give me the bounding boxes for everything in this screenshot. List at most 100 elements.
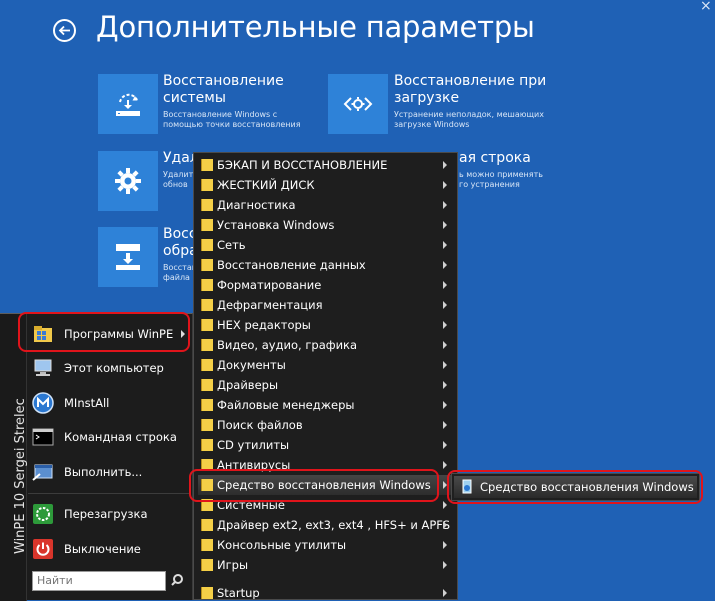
- submenu-item[interactable]: Игры: [198, 555, 453, 575]
- submenu-item-label: Установка Windows: [217, 218, 335, 232]
- restart-icon: [33, 504, 53, 524]
- chevron-right-icon: [443, 521, 447, 529]
- submenu-item[interactable]: Файловые менеджеры: [198, 395, 453, 415]
- tile-title[interactable]: системы: [163, 90, 226, 107]
- submenu-item[interactable]: Антивирусы: [198, 455, 453, 475]
- tile-description: Восстан: [163, 263, 197, 272]
- recovery-tool-icon: [462, 479, 472, 494]
- submenu-item[interactable]: Восстановление данных: [198, 255, 453, 275]
- submenu-item-label: Драйвер ext2, ext3, ext4 , HFS+ и APFS: [217, 518, 451, 532]
- chevron-right-icon: [443, 361, 447, 369]
- submenu-item[interactable]: Установка Windows: [198, 215, 453, 235]
- submenu-item-label: Драйверы: [217, 378, 279, 392]
- submenu-item[interactable]: Системные: [198, 495, 453, 515]
- submenu-item[interactable]: Сеть: [198, 235, 453, 255]
- menu-item-windows-recovery-tool[interactable]: Средство восстановления Windows: [454, 476, 697, 498]
- folder-icon: [201, 199, 213, 211]
- start-item-label: Этот компьютер: [64, 361, 164, 375]
- chevron-right-icon: [443, 561, 447, 569]
- tile-description: ь можно применять: [459, 170, 543, 179]
- arrow-left-icon: [58, 25, 70, 36]
- chevron-right-icon: [181, 330, 185, 338]
- submenu-item-label: Восстановление данных: [217, 258, 366, 272]
- folder-icon: [201, 419, 213, 431]
- gear-icon: [115, 168, 141, 194]
- submenu-item[interactable]: Видео, аудио, графика: [198, 335, 453, 355]
- search-icon[interactable]: [170, 573, 184, 587]
- folder-icon: [201, 239, 213, 251]
- tile-title[interactable]: ая строка: [459, 150, 531, 167]
- start-item-minstall[interactable]: MInstAll: [28, 388, 191, 418]
- chevron-right-icon: [443, 401, 447, 409]
- tile-description: обнов: [163, 180, 188, 189]
- submenu-item-label: Дефрагментация: [217, 298, 323, 312]
- chevron-right-icon: [443, 201, 447, 209]
- computer-icon: [34, 359, 52, 376]
- chevron-right-icon: [443, 281, 447, 289]
- tile-image-restore[interactable]: [98, 227, 158, 287]
- submenu-item-label: Консольные утилиты: [217, 538, 347, 552]
- tile-system-restore[interactable]: [98, 74, 158, 134]
- submenu-item-label: HEX редакторы: [217, 318, 311, 332]
- tile-description: Удалит: [163, 170, 194, 179]
- chevron-right-icon: [443, 541, 447, 549]
- folder-icon: [201, 539, 213, 551]
- tile-title[interactable]: Восстановление: [163, 73, 284, 90]
- submenu-item-label: Документы: [217, 358, 286, 372]
- folder-icon: [201, 299, 213, 311]
- tile-title[interactable]: загрузке: [394, 90, 459, 107]
- chevron-right-icon: [443, 421, 447, 429]
- submenu-item[interactable]: Диагностика: [198, 195, 453, 215]
- start-item-run[interactable]: Выполнить...: [28, 457, 191, 487]
- chevron-right-icon: [443, 589, 447, 597]
- chevron-right-icon: [443, 261, 447, 269]
- chevron-right-icon: [443, 181, 447, 189]
- start-item-shutdown[interactable]: Выключение: [28, 534, 191, 564]
- submenu-item[interactable]: БЭКАП И ВОССТАНОВЛЕНИЕ: [198, 155, 453, 175]
- start-menu: WinPE 10 Sergei Strelec Программы WinPE …: [0, 313, 193, 601]
- start-item-label: MInstAll: [64, 396, 110, 410]
- submenu-item[interactable]: Драйвер ext2, ext3, ext4 , HFS+ и APFS: [198, 515, 453, 535]
- start-item-restart[interactable]: Перезагрузка: [28, 499, 191, 529]
- page-title: Дополнительные параметры: [96, 10, 535, 44]
- submenu-item[interactable]: ЖЕСТКИЙ ДИСК: [198, 175, 453, 195]
- tile-startup-repair[interactable]: [328, 74, 388, 134]
- submenu-item-label: Диагностика: [217, 198, 296, 212]
- submenu-item[interactable]: Форматирование: [198, 275, 453, 295]
- chevron-right-icon: [443, 161, 447, 169]
- tile-description: помощью точки восстановления: [163, 120, 301, 129]
- folder-icon: [201, 359, 213, 371]
- submenu-item[interactable]: Дефрагментация: [198, 295, 453, 315]
- submenu-item[interactable]: Консольные утилиты: [198, 535, 453, 555]
- chevron-right-icon: [443, 221, 447, 229]
- submenu-item[interactable]: Startup: [198, 583, 453, 599]
- submenu-item[interactable]: Поиск файлов: [198, 415, 453, 435]
- submenu-item[interactable]: Документы: [198, 355, 453, 375]
- folder-icon: [201, 459, 213, 471]
- run-icon: [32, 464, 53, 481]
- tile-description: го устранения: [459, 180, 520, 189]
- tile-title[interactable]: Восс: [163, 226, 197, 243]
- close-icon[interactable]: ×: [700, 0, 712, 14]
- submenu-item-windows-recovery[interactable]: Средство восстановления Windows: [198, 475, 453, 495]
- tile-title[interactable]: Восстановление при: [394, 73, 546, 90]
- chevron-right-icon: [443, 301, 447, 309]
- start-item-cmd[interactable]: Командная строка: [28, 422, 191, 452]
- submenu-item[interactable]: Драйверы: [198, 375, 453, 395]
- folder-icon: [201, 339, 213, 351]
- tile-uninstall-updates[interactable]: [98, 151, 158, 211]
- chevron-right-icon: [443, 241, 447, 249]
- back-button[interactable]: [53, 19, 76, 42]
- start-item-programs[interactable]: Программы WinPE: [28, 319, 191, 349]
- start-item-this-pc[interactable]: Этот компьютер: [28, 353, 191, 383]
- image-restore-icon: [116, 244, 140, 270]
- power-icon: [33, 539, 53, 559]
- folder-icon: [201, 479, 213, 491]
- start-item-label: Выполнить...: [64, 465, 143, 479]
- folder-icon: [201, 179, 213, 191]
- folder-icon: [201, 159, 213, 171]
- search-input[interactable]: Найти: [32, 571, 166, 591]
- chevron-right-icon: [443, 481, 447, 489]
- submenu-item[interactable]: HEX редакторы: [198, 315, 453, 335]
- submenu-item[interactable]: CD утилиты: [198, 435, 453, 455]
